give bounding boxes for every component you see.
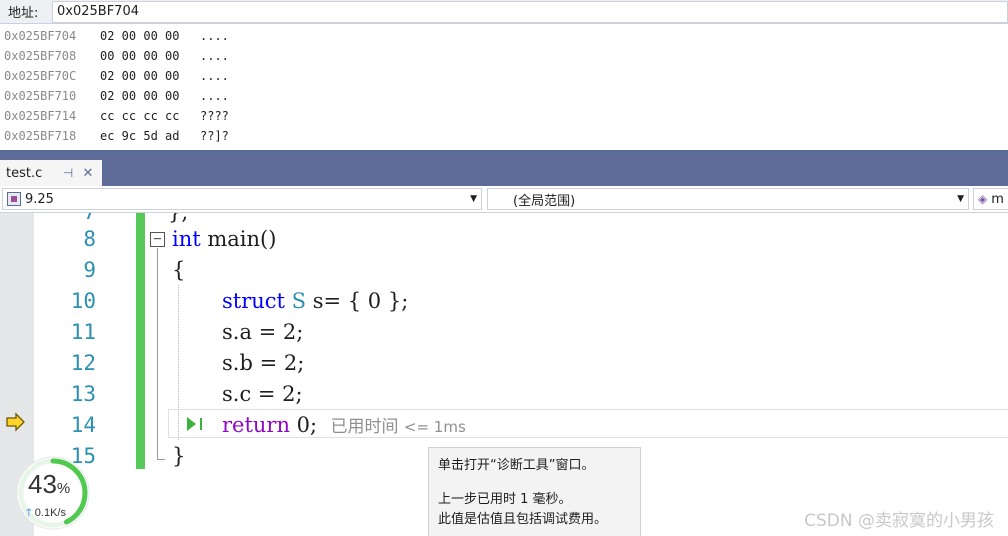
memory-row: 0x025BF704 02 00 00 00.... xyxy=(0,26,1008,46)
code-line: s.b = 2; xyxy=(222,351,305,375)
cpu-percent: 43% xyxy=(28,469,71,499)
memory-ascii: .... xyxy=(200,69,229,83)
line-number: 8 xyxy=(83,227,96,251)
address-input[interactable]: 0x025BF704 xyxy=(52,0,1008,23)
memory-address: 0x025BF708 xyxy=(4,49,77,63)
line-number: 11 xyxy=(70,320,96,344)
tab-test-c[interactable]: test.c ⊣ ✕ xyxy=(0,160,102,186)
run-to-click-icon[interactable] xyxy=(186,416,204,432)
fold-end xyxy=(157,459,165,460)
line-number: 12 xyxy=(70,351,96,375)
memory-ascii: ???? xyxy=(200,109,229,123)
tooltip-line: 上一步已用时 1 毫秒。 xyxy=(438,492,572,507)
memory-address: 0x025BF718 xyxy=(4,129,77,143)
cube-icon: ◈ xyxy=(978,192,988,206)
arrow-up-icon: 🡑 xyxy=(26,507,32,519)
code-line: s.c = 2; xyxy=(222,382,303,406)
close-icon[interactable]: ✕ xyxy=(78,166,98,181)
tooltip-line: 此值是估值且包括调试费用。 xyxy=(438,512,608,527)
memory-row: 0x025BF714 cc cc cc cc???? xyxy=(0,106,1008,126)
elapsed-time[interactable]: 已用时间 <= 1ms xyxy=(330,417,465,437)
memory-view[interactable]: 0x025BF704 02 00 00 00.... 0x025BF708 00 0… xyxy=(0,26,1008,150)
address-bar: 地址: 0x025BF704 xyxy=(0,0,1008,24)
fold-line xyxy=(157,248,158,460)
memory-bytes[interactable]: ec 9c 5d ad xyxy=(100,126,200,146)
code-line: } xyxy=(172,444,186,468)
code-line: int main() xyxy=(172,227,277,251)
memory-address: 0x025BF714 xyxy=(4,109,77,123)
line-number: 14 xyxy=(70,413,96,437)
project-label: 9.25 xyxy=(25,191,54,207)
line-number: 10 xyxy=(70,289,96,313)
code-line: return 0; 已用时间 <= 1ms xyxy=(222,413,466,437)
member-label: m xyxy=(991,191,1004,207)
memory-ascii: .... xyxy=(200,29,229,43)
memory-row: 0x025BF708 00 00 00 00.... xyxy=(0,46,1008,66)
memory-bytes[interactable]: cc cc cc cc xyxy=(100,106,200,126)
change-tracking-bar xyxy=(136,213,145,469)
address-label: 地址: xyxy=(8,6,39,21)
memory-bytes[interactable]: 02 00 00 00 xyxy=(100,66,200,86)
pin-icon[interactable]: ⊣ xyxy=(58,166,78,180)
line-number: 13 xyxy=(70,382,96,406)
tab-label: test.c xyxy=(6,165,43,181)
memory-bytes[interactable]: 02 00 00 00 xyxy=(100,86,200,106)
watermark: CSDN @卖寂寞的小男孩 xyxy=(804,511,994,531)
scope-label: (全局范围) xyxy=(513,193,576,209)
code-line: s.a = 2; xyxy=(222,320,304,344)
project-dropdown[interactable]: 9.25 ▼ xyxy=(2,188,482,210)
collapse-icon[interactable]: − xyxy=(150,232,165,247)
indent-guide xyxy=(178,285,179,440)
tooltip-line: 单击打开“诊断工具”窗口。 xyxy=(438,458,595,473)
member-dropdown[interactable]: ◈ m xyxy=(973,188,1008,210)
memory-ascii: ??]? xyxy=(200,129,229,143)
line-number: 9 xyxy=(83,258,96,282)
navigation-bar: 9.25 ▼ (全局范围) ▼ ◈ m xyxy=(0,186,1008,213)
memory-address: 0x025BF704 xyxy=(4,29,77,43)
memory-row: 0x025BF70C 02 00 00 00.... xyxy=(0,66,1008,86)
memory-row: 0x025BF718 ec 9c 5d ad??]? xyxy=(0,126,1008,146)
memory-ascii: .... xyxy=(200,49,229,63)
memory-address: 0x025BF70C xyxy=(4,69,77,83)
scope-dropdown[interactable]: (全局范围) ▼ xyxy=(487,188,969,210)
code-line: { xyxy=(172,258,186,282)
document-tab-strip: test.c ⊣ ✕ xyxy=(0,150,1008,186)
memory-row: 0x025BF710 02 00 00 00.... xyxy=(0,86,1008,106)
code-line: struct S s= { 0 }; xyxy=(222,289,409,313)
chevron-down-icon: ▼ xyxy=(957,194,964,204)
memory-bytes[interactable]: 00 00 00 00 xyxy=(100,46,200,66)
current-statement-arrow-icon xyxy=(6,412,25,432)
upload-speed: 🡑 0.1K/s xyxy=(26,507,66,519)
network-speed-widget[interactable]: 43% 🡑 0.1K/s xyxy=(10,455,96,531)
memory-ascii: .... xyxy=(200,89,229,103)
memory-bytes[interactable]: 02 00 00 00 xyxy=(100,26,200,46)
chevron-down-icon: ▼ xyxy=(470,194,477,204)
perf-tip-tooltip: 单击打开“诊断工具”窗口。 上一步已用时 1 毫秒。 此值是估值且包括调试费用。 xyxy=(428,447,641,536)
project-icon xyxy=(7,192,21,206)
memory-address: 0x025BF710 xyxy=(4,89,77,103)
